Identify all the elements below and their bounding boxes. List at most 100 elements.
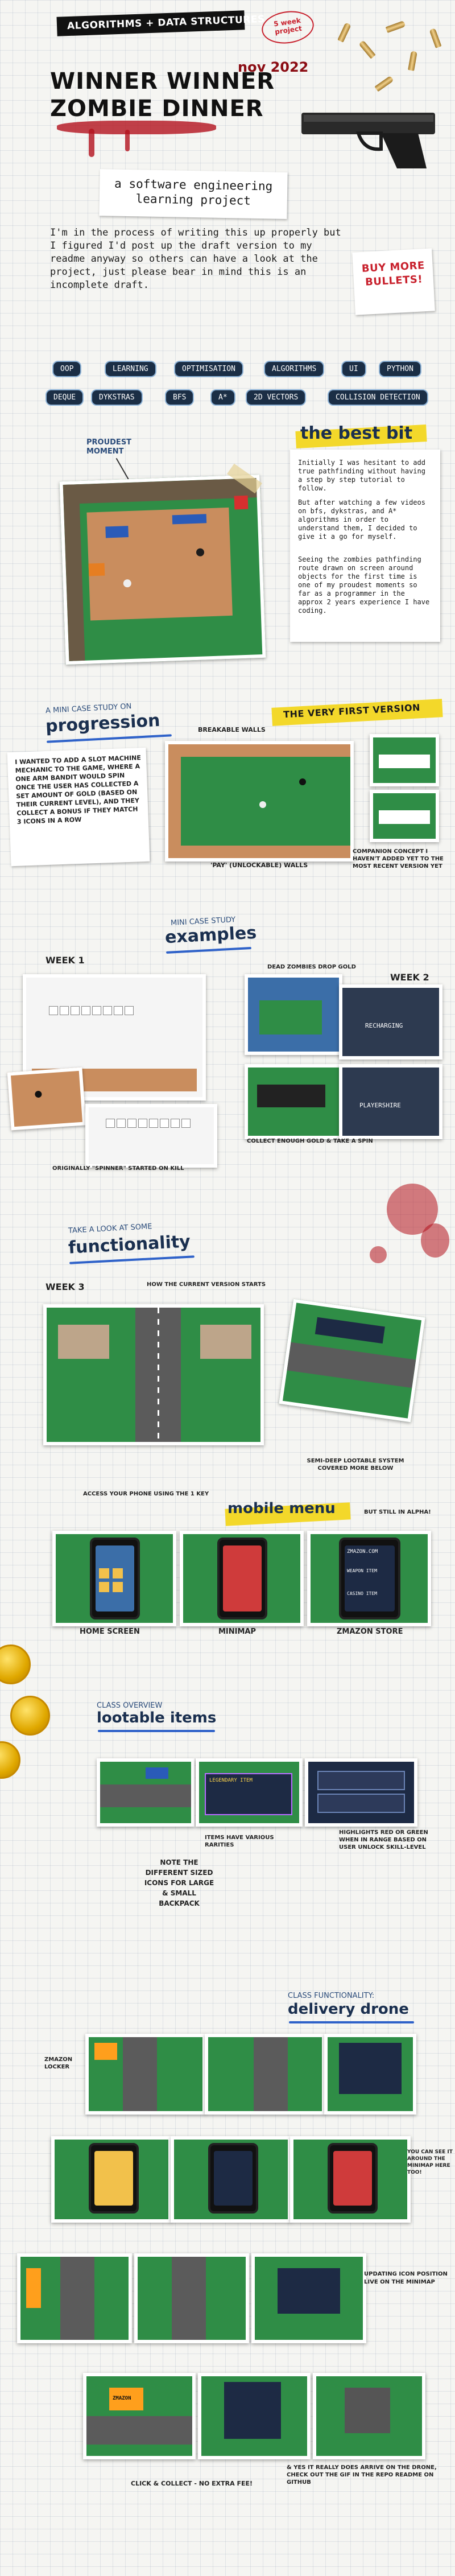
best-bit-heading: the best bit: [300, 423, 413, 443]
bullet-icon: [408, 51, 417, 71]
highlights-label: HIGHLIGHTS RED OR GREEN WHEN IN RANGE BA…: [339, 1829, 428, 1850]
companion-label: COMPANION CONCEPT I HAVEN'T ADDED YET TO…: [353, 848, 444, 869]
drone-order-screenshot: [324, 2034, 416, 2115]
week3-map-screenshot: [43, 1304, 264, 1445]
tag-collision-detection: COLLISION DETECTION: [328, 389, 428, 406]
items-rarities-label: ITEMS HAVE VARIOUS RARITIES: [205, 1835, 274, 1848]
week2-slot-reels-1: [245, 1064, 342, 1139]
dead-zombies-label: DEAD ZOMBIES DROP GOLD: [267, 964, 356, 970]
progression-underline: [47, 734, 172, 743]
bullet-icon: [337, 22, 351, 43]
game-title-line2: ZOMBIE DINNER: [50, 96, 264, 122]
week1-slots-screenshot: [85, 1104, 217, 1168]
lootable-backpack-screenshot: [305, 1758, 417, 1827]
updating-icon-label: UPDATING ICON POSITION LIVE ON THE MINIM…: [364, 2271, 448, 2285]
phone-access-label: ACCESS YOUR PHONE USING THE 1 KEY: [83, 1491, 209, 1497]
slot-machine-note: I WANTED TO ADD A SLOT MACHINE MECHANIC …: [15, 754, 141, 826]
delivery-subheading: CLASS FUNCTIONALITY:: [288, 1992, 375, 2000]
drone-phone-screenshot-3: [290, 2136, 411, 2223]
tag-oop: OOP: [52, 361, 82, 377]
current-version-label: HOW THE CURRENT VERSION STARTS: [147, 1281, 266, 1288]
tag-python: PYTHON: [379, 361, 421, 377]
different-icons-note: NOTE THE DIFFERENT SIZED ICONS FOR LARGE…: [144, 1858, 214, 1907]
delivery-heading: delivery drone: [288, 2001, 409, 2018]
lootable-preview-screenshot: [279, 1299, 425, 1423]
best-bit-text1: Initially I was hesitant to add true pat…: [298, 459, 425, 492]
lootable-street-screenshot: [97, 1758, 195, 1827]
proudest-moment-label: PROUDEST MOMENT: [86, 438, 132, 456]
pistol-icon: [296, 102, 444, 171]
bullet-icon: [385, 20, 406, 33]
locker-screenshot-3: [313, 2373, 425, 2459]
semi-deep-lootable-label: SEMI-DEEP LOOTABLE SYSTEM COVERED MORE B…: [307, 1458, 404, 1472]
footer-note: & YES IT REALLY DOES ARRIVE ON THE DRONE…: [287, 2464, 437, 2486]
gold-coin-icon: [0, 1644, 31, 1684]
drone-flight-screenshot-3: [251, 2253, 366, 2343]
progression-heading: progression: [45, 710, 161, 737]
locker-screenshot-2: [198, 2373, 311, 2459]
companion-screenshot-1: [370, 734, 439, 786]
title-blood-drip: [89, 129, 94, 157]
tag-deque: DEQUE: [46, 389, 84, 406]
spinner-label: ORIGINALLY "SPINNER" STARTED ON KILL: [52, 1165, 184, 1172]
still-alpha-label: BUT STILL IN ALPHA!: [364, 1509, 431, 1515]
gold-coin-icon: [10, 1696, 50, 1736]
bullet-icon: [374, 75, 394, 92]
tag-bfs: BFS: [165, 389, 195, 406]
tag-dykstras: DYKSTRAS: [91, 389, 143, 406]
tag-2d-vectors: 2D VECTORS: [246, 389, 307, 406]
minimap-screenshot: [180, 1531, 304, 1626]
locker-screenshot-1: ZMAZON: [83, 2373, 196, 2459]
companion-screenshot-2: [370, 790, 439, 842]
minimap-label: MINIMAP: [218, 1627, 257, 1636]
drone-phone-screenshot-2: [171, 2136, 291, 2223]
lootable-underline: [98, 1730, 215, 1732]
buy-bullets-text[interactable]: BUY MORE BULLETS!: [359, 259, 428, 290]
bullet-icon: [429, 28, 442, 48]
gold-coin-icon: [0, 1741, 20, 1779]
best-bit-text2: But after watching a few videos on bfs, …: [298, 498, 425, 541]
tag-ui: UI: [341, 361, 366, 377]
subtitle-text: a software engineering learning project: [114, 176, 273, 208]
functionality-subheading: TAKE A LOOK AT SOME: [68, 1222, 152, 1235]
week2-recharging-screenshot: RECHARGING: [339, 984, 442, 1060]
intro-paragraph: I'm in the process of writing this up pr…: [50, 227, 341, 291]
blood-splatter: [370, 1246, 387, 1263]
collect-gold-label: COLLECT ENOUGH GOLD & TAKE A SPIN: [247, 1138, 373, 1144]
tag-astar: A*: [210, 389, 235, 406]
lootable-heading: lootable items: [97, 1709, 217, 1726]
week1-label: week 1: [46, 955, 85, 966]
minimap-around-label: YOU CAN SEE IT AROUND THE MINIMAP HERE T…: [407, 2149, 453, 2175]
pathfinding-screenshot: [59, 474, 266, 665]
tag-algorithms: ALGORITHMS: [264, 361, 325, 377]
home-screen-label: HOME SCREEN: [80, 1627, 140, 1636]
tag-optimisation: OPTIMISATION: [174, 361, 243, 377]
zmazon-store-label: ZMAZON STORE: [337, 1627, 403, 1636]
title-blood-drip: [125, 130, 130, 151]
title-blood-splat: [57, 121, 216, 134]
examples-underline: [166, 947, 252, 954]
week2-label: week 2: [390, 972, 429, 983]
best-bit-text3: Seeing the zombies pathfinding route dra…: [298, 555, 430, 615]
examples-heading: examples: [164, 922, 257, 948]
delivery-underline: [289, 2021, 414, 2023]
drone-flight-screenshot-1: [17, 2253, 132, 2343]
drone-street-screenshot-2: [205, 2034, 325, 2115]
week3-label: week 3: [46, 1281, 85, 1292]
home-screen-screenshot: [52, 1531, 176, 1626]
zmazon-locker-label: ZMAZON LOCKER: [44, 2056, 73, 2070]
lootable-subheading: CLASS OVERVIEW: [97, 1701, 163, 1710]
week2-gold-screenshot: [245, 974, 342, 1055]
lootable-rarities-screenshot: LEGENDARY ITEM: [196, 1758, 303, 1827]
drone-flight-screenshot-2: [134, 2253, 249, 2343]
click-collect-label: CLICK & COLLECT - NO EXTRA FEE!: [131, 2480, 253, 2487]
functionality-heading: functionality: [68, 1231, 191, 1258]
drone-street-screenshot-1: [85, 2034, 206, 2115]
first-version-screenshot: [165, 741, 354, 862]
tag-learning: LEARNING: [105, 361, 156, 377]
breakable-walls-label: BREAKABLE WALLS: [198, 726, 266, 733]
week2-slot-reels-2: PLAYERSHIRE: [339, 1064, 442, 1139]
mobile-menu-heading: mobile menu: [228, 1500, 336, 1517]
bullet-icon: [358, 40, 376, 59]
pay-walls-label: 'PAY' (UNLOCKABLE) WALLS: [210, 862, 308, 869]
